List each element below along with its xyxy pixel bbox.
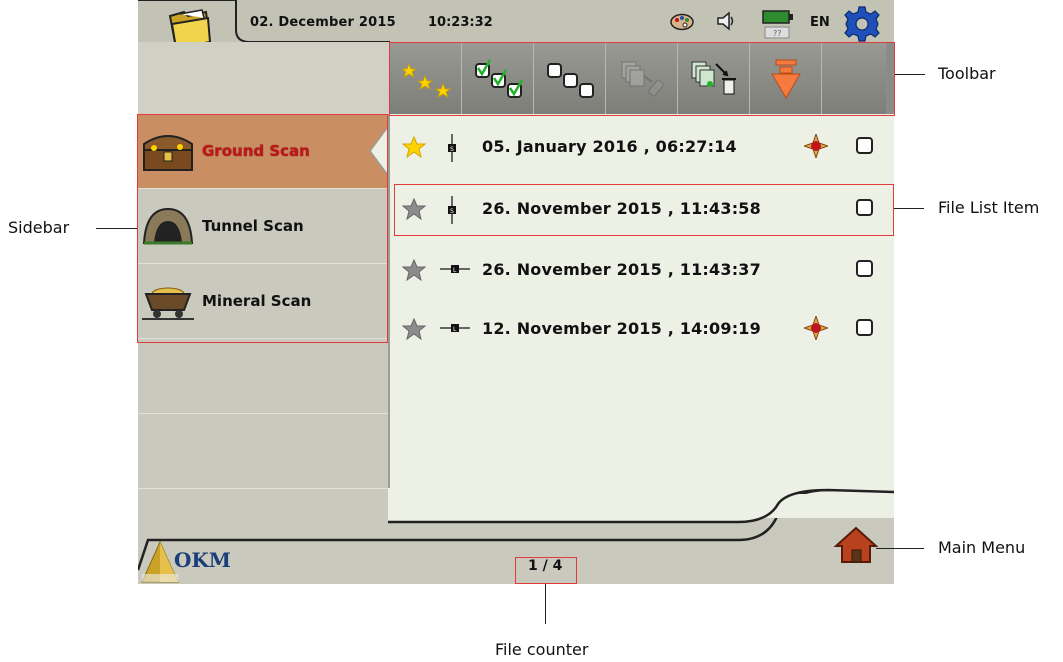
file-list-item-annotation: File List Item — [938, 198, 1040, 217]
svg-text:S: S — [450, 146, 454, 153]
sidebar-highlight — [137, 114, 388, 343]
file-list-item-highlight — [394, 184, 894, 236]
file-counter-leader-line — [545, 584, 546, 624]
current-time: 10:23:32 — [428, 15, 493, 30]
horizontal-orientation-icon: L — [440, 265, 470, 274]
folder-header-area — [138, 42, 390, 114]
file-select-checkbox[interactable] — [856, 260, 873, 277]
file-date: 12. November 2015 , 14:09:19 — [482, 319, 761, 338]
main-menu-leader-line — [876, 548, 924, 549]
sidebar-empty-slot — [138, 339, 388, 414]
file-select-checkbox[interactable] — [856, 137, 873, 154]
favorite-star-icon[interactable] — [402, 259, 426, 281]
settings-gear-icon[interactable] — [844, 6, 880, 46]
file-list: S 05. January 2016 , 06:27:14 S 26. Nove… — [388, 114, 894, 518]
toolbar-highlight — [389, 42, 895, 116]
battery-icon: ?? — [762, 10, 798, 44]
toolbar-leader-line — [895, 74, 925, 75]
file-select-checkbox[interactable] — [856, 319, 873, 336]
favorite-star-icon[interactable] — [402, 318, 426, 340]
file-date: 05. January 2016 , 06:27:14 — [482, 137, 737, 156]
file-counter-highlight — [515, 557, 577, 584]
vertical-orientation-icon: S — [448, 134, 456, 162]
sidebar-leader-line — [96, 228, 137, 229]
file-list-item-leader-line — [894, 208, 924, 209]
palette-icon[interactable] — [670, 13, 694, 35]
okm-logo-text: OKM — [174, 548, 231, 572]
toolbar-annotation: Toolbar — [938, 64, 996, 83]
sidebar-annotation: Sidebar — [8, 218, 70, 237]
favorite-star-icon[interactable] — [402, 136, 426, 158]
file-list-bottom-curve — [388, 488, 894, 524]
sidebar-empty-slot — [138, 414, 388, 489]
home-icon[interactable] — [833, 526, 879, 568]
current-date: 02. December 2015 — [250, 15, 396, 30]
speaker-icon[interactable] — [716, 10, 736, 36]
language-indicator[interactable]: EN — [810, 15, 830, 30]
horizontal-orientation-icon: L — [440, 324, 470, 333]
gps-compass-icon — [804, 316, 828, 340]
file-list-item[interactable]: S 05. January 2016 , 06:27:14 — [390, 116, 894, 174]
file-counter-annotation: File counter — [495, 640, 589, 659]
file-list-item[interactable]: L 26. November 2015 , 11:43:37 — [390, 239, 894, 297]
status-bar: 02. December 2015 10:23:32 ?? EN — [138, 0, 894, 74]
main-menu-annotation: Main Menu — [938, 538, 1026, 557]
file-list-item[interactable]: L 12. November 2015 , 14:09:19 — [390, 298, 894, 356]
file-date: 26. November 2015 , 11:43:37 — [482, 260, 761, 279]
svg-text:??: ?? — [773, 29, 782, 38]
gps-compass-icon — [804, 134, 828, 158]
